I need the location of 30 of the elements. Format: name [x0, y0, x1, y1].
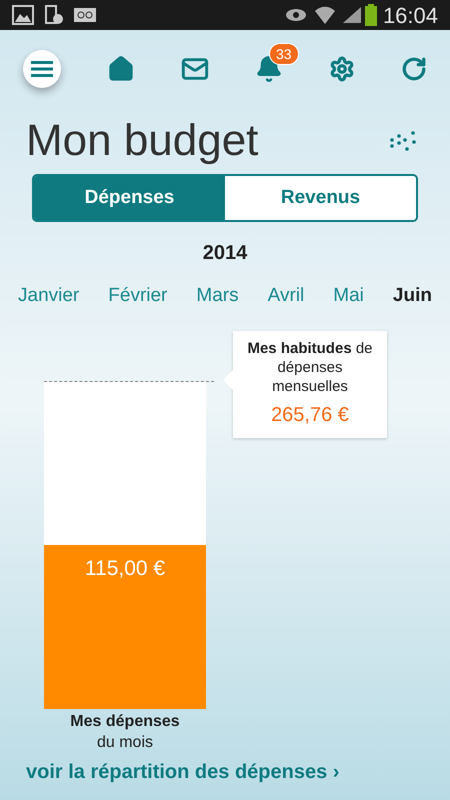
month-tab[interactable]: Février	[108, 282, 168, 310]
month-tab[interactable]: Avril	[268, 282, 304, 310]
eye-icon	[284, 8, 307, 22]
notification-badge: 33	[269, 43, 299, 65]
refresh-icon[interactable]	[401, 56, 427, 82]
voicemail-icon	[74, 8, 96, 22]
month-tab[interactable]: Janvier	[18, 282, 80, 310]
tab[interactable]: Revenus	[225, 176, 416, 220]
menu-icon	[31, 61, 53, 77]
signal-icon	[342, 7, 361, 23]
wifi-icon	[314, 6, 335, 24]
battery-icon	[364, 4, 377, 26]
settings-icon[interactable]	[329, 56, 355, 82]
tab[interactable]: Dépenses	[34, 176, 225, 220]
month-tab[interactable]: Juin	[392, 282, 432, 310]
breakdown-link[interactable]: voir la répartition des dépenses ›	[26, 760, 340, 782]
habits-amount: 265,76 €	[271, 402, 349, 428]
spending-sublabel: du mois	[96, 732, 154, 752]
page-title: Mon budget	[26, 115, 258, 167]
month-tab[interactable]: Mars	[196, 282, 239, 310]
menu-button[interactable]	[23, 50, 61, 88]
tooltip-text: Mes habitudes de dépenses mensuelles	[246, 338, 374, 396]
month-tab[interactable]: Mai	[333, 282, 364, 310]
home-icon[interactable]	[107, 55, 135, 83]
year-label: 2014	[202, 241, 248, 266]
picture-icon	[12, 5, 34, 25]
mail-icon[interactable]	[181, 55, 209, 83]
spending-amount: 115,00 €	[84, 556, 166, 582]
clock-time: 16:04	[382, 2, 438, 30]
spending-label: Mes dépenses	[70, 712, 180, 732]
